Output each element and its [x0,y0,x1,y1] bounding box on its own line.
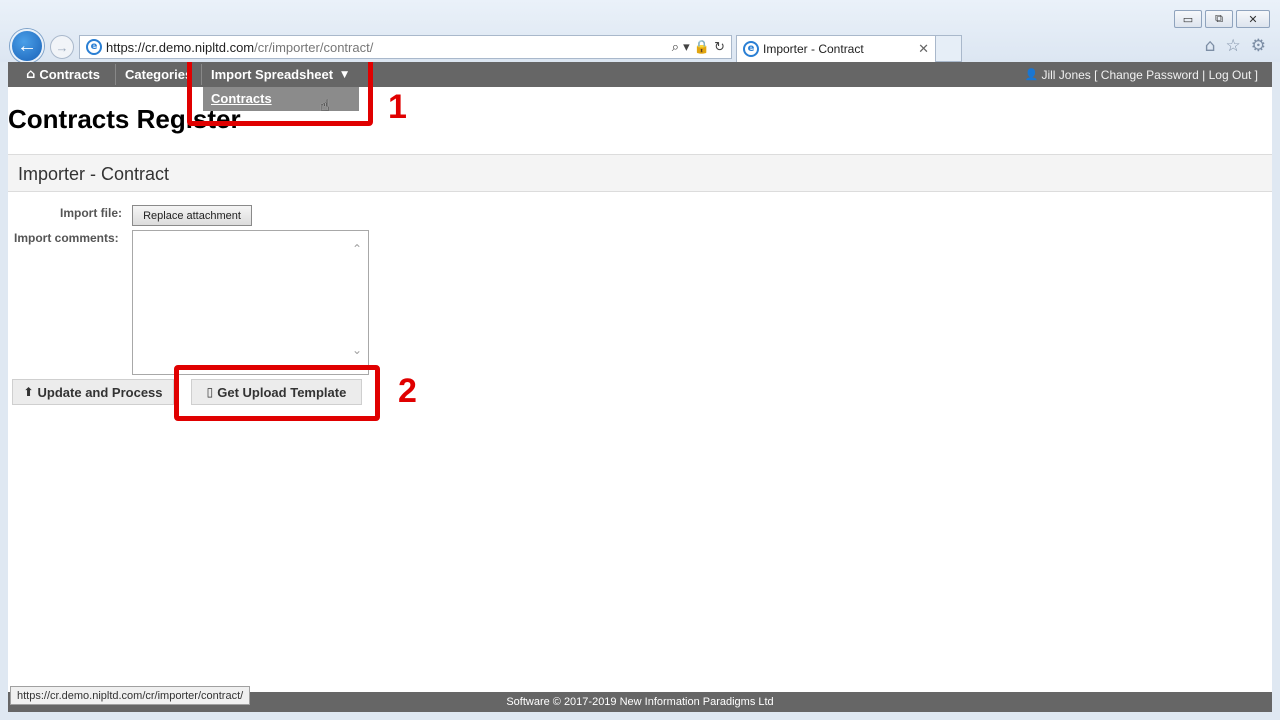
minimize-button[interactable]: ▭ [1174,10,1202,28]
import-file-label: Import file: [60,206,122,220]
new-tab-button[interactable] [936,35,962,62]
scroll-down-icon[interactable]: ⌄ [352,343,362,357]
nav-contracts-label: Contracts [39,67,100,82]
annotation-number-2: 2 [398,372,417,410]
window-controls: ▭ ⧉ ✕ [1174,10,1270,28]
address-bar[interactable]: e https://cr.demo.nipltd.com/cr/importer… [79,35,732,59]
upload-icon: ⬆ [23,385,34,399]
browser-chrome: ▭ ⧉ ✕ ← → e https://cr.demo.nipltd.com/c… [0,0,1280,63]
annotation-box-2 [174,365,380,421]
footer-text: Software © 2017-2019 New Information Par… [506,696,774,708]
nav-contracts[interactable]: ⌂ Contracts [16,62,110,87]
url-domain: nipltd.com [194,39,255,55]
import-comments-label: Import comments: [14,231,119,245]
annotation-number-1: 1 [388,88,407,126]
url-path: /cr/importer/contract/ [254,39,374,55]
status-link-preview: https://cr.demo.nipltd.com/cr/importer/c… [10,686,251,705]
back-button[interactable]: ← [10,29,44,63]
replace-attachment-button[interactable]: Replace attachment [132,205,252,226]
nav-categories-label: Categories [125,67,193,82]
browser-tools: ⌂ ☆ ⚙ [1205,36,1266,56]
annotation-box-1 [187,62,373,126]
user-links[interactable]: Jill Jones [ Change Password | Log Out ] [1041,68,1258,82]
import-comments-textarea[interactable] [132,230,369,375]
update-process-label: Update and Process [37,384,163,400]
address-url[interactable]: https://cr.demo.nipltd.com/cr/importer/c… [106,40,672,55]
home-icon: ⌂ [26,67,36,82]
user-icon: 👤 [1024,68,1039,81]
settings-gear-icon[interactable]: ⚙ [1251,36,1266,56]
forward-button[interactable]: → [50,35,74,59]
url-prefix: https://cr.demo. [106,39,195,55]
tab-ie-icon: e [743,41,759,57]
section-header: Importer - Contract [8,154,1272,192]
arrow-right-icon: → [55,39,69,55]
update-and-process-button[interactable]: ⬆ Update and Process [12,379,174,405]
arrow-left-icon: ← [17,34,37,57]
restore-button[interactable]: ⧉ [1205,10,1233,28]
address-tools[interactable]: ⌕ ▾ 🔒 ↻ [672,40,731,55]
home-icon[interactable]: ⌂ [1205,36,1216,56]
tab-importer-contract[interactable]: e Importer - Contract ✕ [736,35,936,62]
user-menu[interactable]: 👤 Jill Jones [ Change Password | Log Out… [1025,62,1258,87]
close-window-button[interactable]: ✕ [1236,10,1270,28]
section-title: Importer - Contract [18,164,170,184]
tab-close-icon[interactable]: ✕ [918,41,935,57]
favorites-star-icon[interactable]: ☆ [1226,36,1241,56]
tab-title: Importer - Contract [763,42,864,56]
scroll-up-icon[interactable]: ⌃ [352,242,362,256]
web-page: ⌂ Contracts Categories Import Spreadshee… [8,62,1272,712]
ie-logo-icon: e [86,39,102,55]
